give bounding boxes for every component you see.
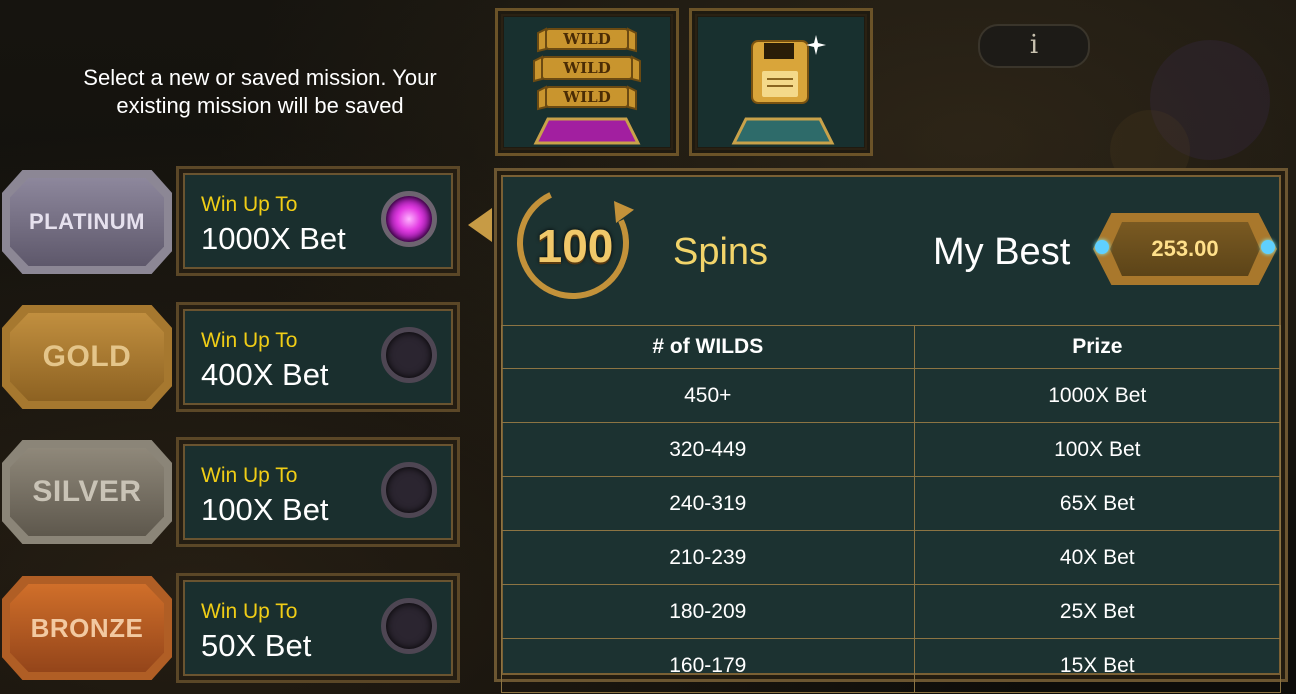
win-up-to-label: Win Up To <box>201 600 298 623</box>
wild-banner-text: WILD <box>562 88 610 106</box>
gem-icon <box>1095 240 1109 254</box>
win-up-to-label: Win Up To <box>201 193 298 216</box>
table-row: 210-239 40X Bet <box>501 530 1282 585</box>
win-up-to-label: Win Up To <box>201 464 298 487</box>
floppy-disk-icon <box>731 35 835 145</box>
empty-orb-icon <box>381 327 437 383</box>
wild-mission-button[interactable]: WILD WILD WILD <box>495 8 679 156</box>
selected-orb-icon <box>381 191 437 247</box>
table-row: 450+ 1000X Bet <box>501 368 1282 423</box>
selection-pointer-icon <box>468 208 492 242</box>
table-row: 240-319 65X Bet <box>501 476 1282 531</box>
wilds-cell: 210-239 <box>501 530 915 585</box>
prize-cell: 25X Bet <box>913 584 1282 639</box>
tier-platinum-button[interactable]: PLATINUM <box>2 170 172 274</box>
max-bet-value: 1000X Bet <box>201 221 346 256</box>
column-header-prize: Prize <box>913 325 1282 369</box>
tier-silver-button[interactable]: SILVER <box>2 440 172 544</box>
wilds-cell: 180-209 <box>501 584 915 639</box>
column-header-wilds: # of WILDS <box>501 325 915 369</box>
empty-orb-icon <box>381 462 437 518</box>
mission-instruction: Select a new or saved mission. Your exis… <box>83 65 437 118</box>
table-row: 180-209 25X Bet <box>501 584 1282 639</box>
table-row: 160-179 15X Bet <box>501 638 1282 693</box>
wild-banner-text: WILD <box>562 30 610 48</box>
wilds-cell: 320-449 <box>501 422 915 477</box>
max-bet-value: 400X Bet <box>201 357 329 392</box>
mission-card-gold[interactable]: Win Up To 400X Bet <box>176 302 460 412</box>
wilds-cell: 450+ <box>501 368 915 423</box>
wilds-cell: 240-319 <box>501 476 915 531</box>
tier-label: PLATINUM <box>28 209 146 234</box>
spins-count: 100 <box>536 220 614 272</box>
saved-mission-button[interactable] <box>689 8 873 156</box>
tier-label: BRONZE <box>30 612 144 643</box>
mission-card-platinum[interactable]: Win Up To 1000X Bet <box>176 166 460 276</box>
mission-card-bronze[interactable]: Win Up To 50X Bet <box>176 573 460 683</box>
tier-bronze-button[interactable]: BRONZE <box>2 576 172 680</box>
max-bet-value: 100X Bet <box>201 492 329 527</box>
prize-cell: 1000X Bet <box>913 368 1282 423</box>
wilds-cell: 160-179 <box>501 638 915 693</box>
empty-orb-icon <box>381 598 437 654</box>
mission-card-silver[interactable]: Win Up To 100X Bet <box>176 437 460 547</box>
spins-label: Spins <box>673 231 769 273</box>
prize-cell: 15X Bet <box>913 638 1282 693</box>
wild-banners-icon: WILD WILD WILD <box>533 27 641 145</box>
prize-cell: 100X Bet <box>913 422 1282 477</box>
info-button[interactable]: i <box>978 24 1090 68</box>
my-best-plaque: 253.00 <box>1093 213 1277 285</box>
gem-icon <box>1261 240 1275 254</box>
wild-banner-text: WILD <box>562 59 610 77</box>
table-header-row: # of WILDS Prize <box>501 325 1282 369</box>
prize-cell: 65X Bet <box>913 476 1282 531</box>
prize-cell: 40X Bet <box>913 530 1282 585</box>
max-bet-value: 50X Bet <box>201 628 312 663</box>
win-up-to-label: Win Up To <box>201 329 298 352</box>
tier-label: SILVER <box>32 475 142 508</box>
tier-gold-button[interactable]: GOLD <box>2 305 172 409</box>
table-row: 320-449 100X Bet <box>501 422 1282 477</box>
mission-detail-panel: 100 Spins My Best 253.00 # of WILDS Priz… <box>494 168 1288 693</box>
prize-table: # of WILDS Prize 450+ 1000X Bet 320-449 … <box>501 325 1282 693</box>
my-best-label: My Best <box>933 231 1071 273</box>
tier-label: GOLD <box>42 340 132 373</box>
my-best-value: 253.00 <box>1110 222 1260 276</box>
